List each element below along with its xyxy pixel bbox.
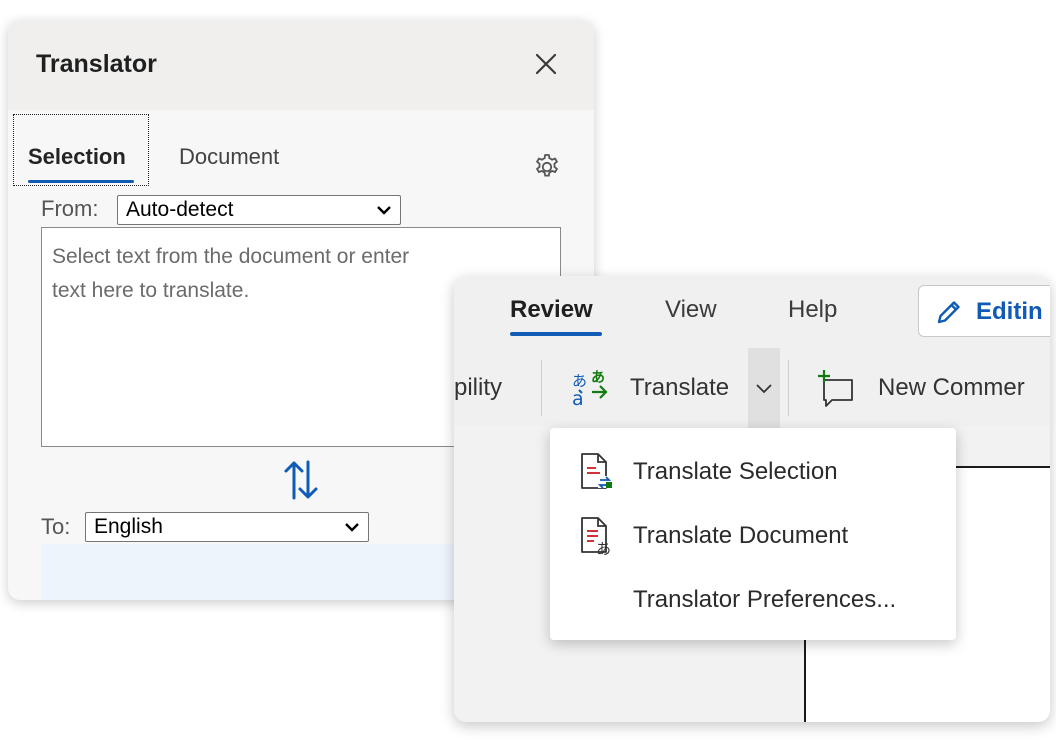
menu-item-label: Translate Document xyxy=(633,522,849,549)
pane-title: Translator xyxy=(36,50,157,78)
tab-selection-underline xyxy=(28,180,134,183)
svg-text:あ: あ xyxy=(596,540,611,556)
tab-selection[interactable]: Selection xyxy=(28,144,126,170)
chevron-down-icon xyxy=(756,384,772,394)
tab-review-underline xyxy=(510,332,602,336)
pencil-icon xyxy=(937,301,960,324)
translate-document-icon: あ xyxy=(581,517,611,556)
translate-selection-icon xyxy=(581,453,612,489)
chevron-down-icon xyxy=(377,206,391,215)
editing-mode-label: Editin xyxy=(976,298,1043,325)
translate-icon: あ あ a xyxy=(572,370,608,408)
menu-item-translate-document[interactable]: あ Translate Document xyxy=(550,504,956,568)
tab-help[interactable]: Help xyxy=(788,296,837,324)
ribbon-separator xyxy=(788,360,789,416)
to-language-value: English xyxy=(94,515,163,538)
new-comment-label: New Commer xyxy=(878,374,1025,401)
from-language-value: Auto-detect xyxy=(126,198,234,221)
close-icon[interactable] xyxy=(530,48,562,80)
tab-review[interactable]: Review xyxy=(510,296,593,324)
gear-icon[interactable] xyxy=(532,152,562,182)
tab-view[interactable]: View xyxy=(665,296,717,324)
menu-item-label: Translate Selection xyxy=(633,458,838,485)
to-label: To: xyxy=(41,514,71,539)
swap-languages-icon[interactable] xyxy=(281,458,321,502)
chevron-down-icon xyxy=(345,523,359,532)
svg-text:あ: あ xyxy=(591,370,605,386)
menu-item-translator-preferences[interactable]: Translator Preferences... xyxy=(550,568,956,632)
from-label: From: xyxy=(41,196,99,221)
new-comment-icon xyxy=(818,370,853,407)
translate-dropdown-button[interactable] xyxy=(748,348,780,428)
to-language-select[interactable]: English xyxy=(85,512,369,542)
translate-label: Translate xyxy=(630,374,730,401)
menu-item-label: Translator Preferences... xyxy=(633,586,897,613)
translate-dropdown-menu: Translate Selection あ Translate Document… xyxy=(550,428,956,640)
ribbon-separator xyxy=(541,360,542,416)
tab-document[interactable]: Document xyxy=(179,144,279,170)
editing-mode-button[interactable]: Editin xyxy=(918,285,1050,337)
from-language-select[interactable]: Auto-detect xyxy=(117,195,401,225)
menu-item-translate-selection[interactable]: Translate Selection xyxy=(550,440,956,504)
svg-text:a: a xyxy=(572,388,584,408)
accessibility-button-partial[interactable]: pility xyxy=(454,374,502,402)
